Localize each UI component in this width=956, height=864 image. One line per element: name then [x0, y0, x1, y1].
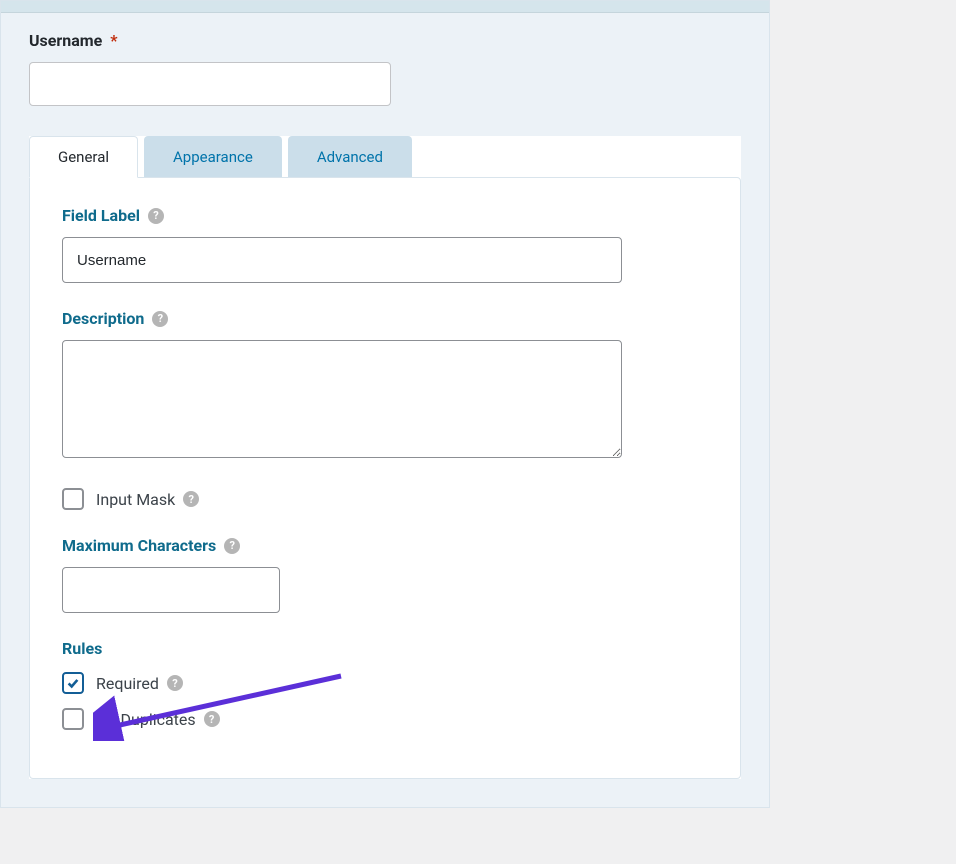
max-chars-heading: Maximum Characters ? — [62, 536, 708, 555]
help-icon[interactable]: ? — [167, 675, 183, 691]
tab-general[interactable]: General — [29, 136, 138, 178]
input-mask-checkbox[interactable] — [62, 488, 84, 510]
required-asterisk: * — [110, 31, 117, 50]
preview-label-text: Username — [29, 31, 102, 50]
field-editor-panel: Username * General Appearance Advanced F… — [0, 0, 770, 808]
description-group: Description ? — [62, 309, 708, 462]
description-textarea[interactable] — [62, 340, 622, 458]
description-heading: Description ? — [62, 309, 708, 328]
preview-field-label: Username * — [29, 31, 741, 50]
field-settings-panel: General Appearance Advanced Field Label … — [29, 136, 741, 779]
input-mask-group: Input Mask ? — [62, 488, 708, 510]
field-label-heading: Field Label ? — [62, 206, 708, 225]
help-icon[interactable]: ? — [152, 311, 168, 327]
required-label: Required ? — [96, 674, 183, 693]
rules-group: Rules Required ? No Duplicat — [62, 639, 708, 730]
preview-text-input[interactable] — [29, 62, 391, 106]
description-label-text: Description — [62, 309, 144, 328]
no-duplicates-label: No Duplicates ? — [96, 710, 220, 729]
editor-top-bar — [1, 1, 769, 13]
settings-tabs: General Appearance Advanced — [29, 136, 741, 178]
max-chars-label-text: Maximum Characters — [62, 536, 216, 555]
no-duplicates-checkbox[interactable] — [62, 708, 84, 730]
max-chars-group: Maximum Characters ? — [62, 536, 708, 613]
max-chars-input[interactable] — [62, 567, 280, 613]
rules-heading: Rules — [62, 639, 708, 658]
help-icon[interactable]: ? — [204, 711, 220, 727]
no-duplicates-row: No Duplicates ? — [62, 708, 708, 730]
checkmark-icon — [66, 676, 80, 690]
tab-advanced[interactable]: Advanced — [288, 136, 412, 178]
required-checkbox[interactable] — [62, 672, 84, 694]
help-icon[interactable]: ? — [224, 538, 240, 554]
help-icon[interactable]: ? — [183, 491, 199, 507]
field-preview-section: Username * — [1, 13, 769, 136]
field-label-text: Field Label — [62, 206, 140, 225]
field-label-group: Field Label ? — [62, 206, 708, 283]
no-duplicates-text: No Duplicates — [96, 710, 196, 729]
tab-content-general: Field Label ? Description ? Input Mask ? — [29, 177, 741, 779]
input-mask-row: Input Mask ? — [62, 488, 708, 510]
required-row: Required ? — [62, 672, 708, 694]
input-mask-text: Input Mask — [96, 490, 175, 509]
required-text: Required — [96, 674, 159, 693]
help-icon[interactable]: ? — [148, 208, 164, 224]
tab-appearance[interactable]: Appearance — [144, 136, 282, 178]
field-label-input[interactable] — [62, 237, 622, 283]
input-mask-label: Input Mask ? — [96, 490, 199, 509]
